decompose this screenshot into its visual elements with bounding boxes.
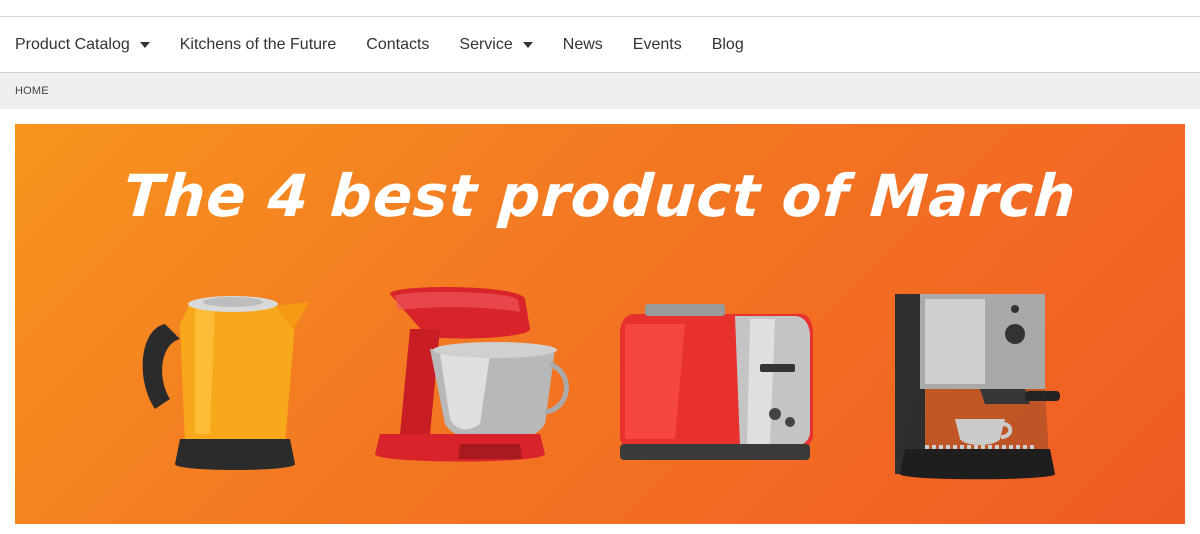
nav-item-news[interactable]: News	[548, 36, 603, 54]
stand-mixer-image	[375, 287, 569, 462]
main-nav: Product Catalog Kitchens of the Future C…	[0, 17, 1200, 73]
nav-item-label: Product Catalog	[15, 35, 130, 53]
nav-item-kitchens-of-the-future[interactable]: Kitchens of the Future	[165, 36, 337, 54]
breadcrumb: HOME	[0, 73, 1200, 109]
nav-item-label: Kitchens of the Future	[179, 35, 337, 53]
toaster-image	[620, 304, 813, 460]
product-showcase	[15, 284, 1185, 494]
breadcrumb-home[interactable]: HOME	[0, 85, 49, 97]
nav-item-label: News	[562, 35, 603, 53]
nav-item-label: Blog	[711, 35, 744, 53]
kettle-image	[142, 296, 310, 470]
banner-title: The 4 best product of March	[121, 162, 1079, 230]
promo-banner[interactable]: The 4 best product of March	[15, 124, 1185, 524]
nav-item-label: Events	[632, 35, 682, 53]
nav-item-product-catalog[interactable]: Product Catalog	[0, 36, 150, 54]
nav-item-blog[interactable]: Blog	[697, 36, 744, 54]
chevron-down-icon	[522, 41, 533, 48]
nav-item-events[interactable]: Events	[618, 36, 682, 54]
nav-item-service[interactable]: Service	[444, 35, 533, 54]
espresso-machine-image	[895, 294, 1060, 480]
nav-item-label: Service	[459, 35, 513, 53]
chevron-down-icon	[139, 41, 150, 48]
nav-item-label: Contacts	[366, 35, 430, 53]
nav-item-contacts[interactable]: Contacts	[351, 36, 429, 54]
